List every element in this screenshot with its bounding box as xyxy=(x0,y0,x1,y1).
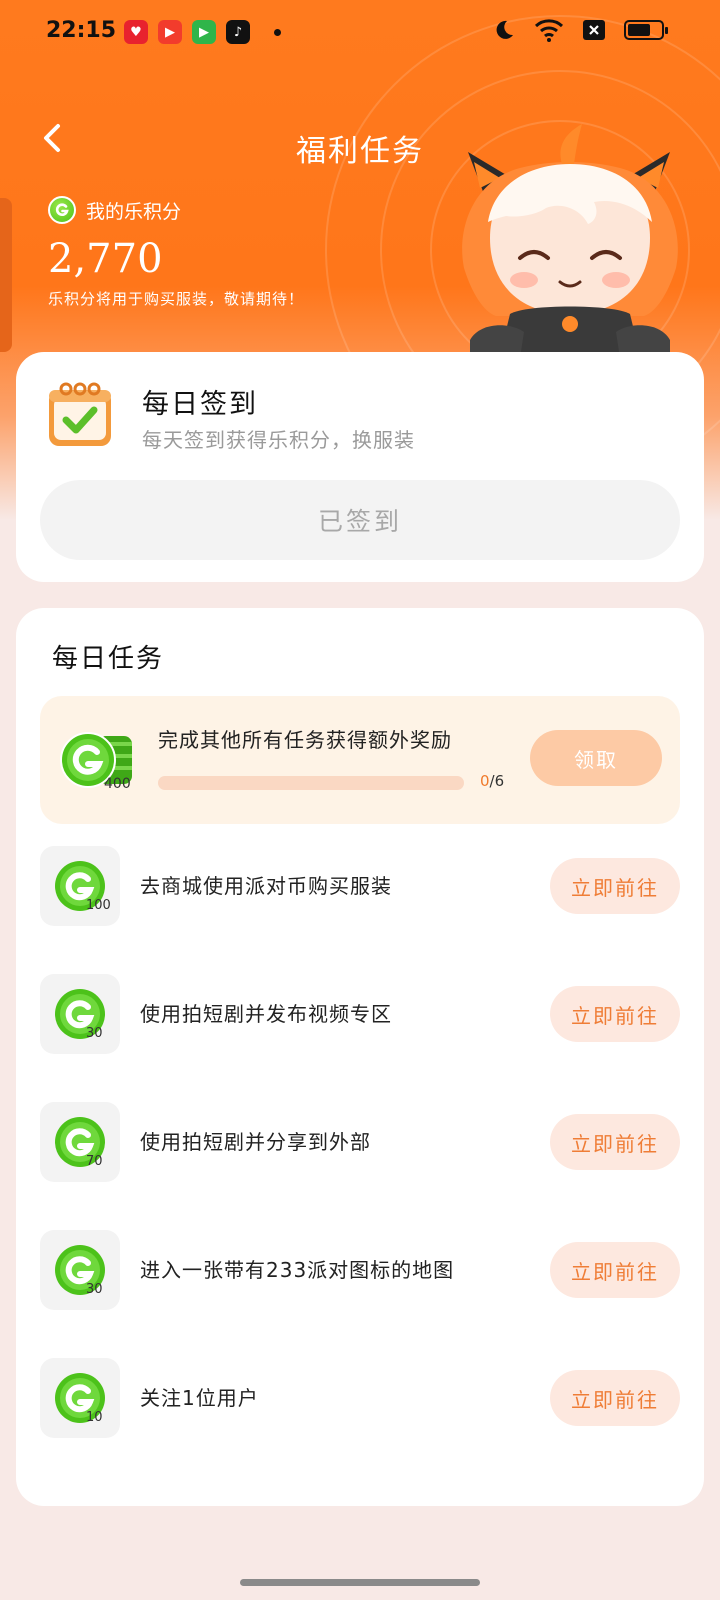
task-reward-icon: 30 xyxy=(40,1230,120,1310)
bonus-progress-count: 0/6 xyxy=(480,772,504,790)
task-row: 30 使用拍短剧并发布视频专区 立即前往 xyxy=(40,974,680,1054)
progress-done: 0 xyxy=(480,772,490,790)
task-text: 关注1位用户 xyxy=(140,1386,259,1410)
task-reward-icon: 10 xyxy=(40,1358,120,1438)
task-row: 100 去商城使用派对币购买服装 立即前往 xyxy=(40,846,680,926)
go-now-button[interactable]: 立即前往 xyxy=(550,986,680,1042)
heart-app-icon: ♥ xyxy=(124,20,148,44)
daily-tasks-card: 每日任务 400 完成其他所有任务获得额外奖励 0/6 领取 100 去商城使用… xyxy=(16,608,704,1506)
claim-button[interactable]: 领取 xyxy=(530,730,662,786)
task-reward-icon: 70 xyxy=(40,1102,120,1182)
party-coin-icon xyxy=(48,196,76,224)
side-drawer-handle[interactable] xyxy=(0,198,12,352)
moon-icon xyxy=(496,20,513,39)
task-reward-amount: 10 xyxy=(86,1410,103,1425)
task-row: 10 关注1位用户 立即前往 xyxy=(40,1358,680,1438)
task-reward-amount: 30 xyxy=(86,1026,103,1041)
checkin-title: 每日签到 xyxy=(142,389,258,420)
task-text: 去商城使用派对币购买服装 xyxy=(140,874,392,898)
points-value: 2,770 xyxy=(48,236,163,282)
system-icons xyxy=(492,18,668,42)
checkin-card: 每日签到 每天签到获得乐积分，换服装 已签到 xyxy=(16,352,704,582)
battery-icon xyxy=(624,20,668,40)
go-now-button[interactable]: 立即前往 xyxy=(550,1370,680,1426)
status-time: 22:15 xyxy=(46,18,117,43)
points-label-row: 我的乐积分 xyxy=(48,196,181,224)
go-now-button[interactable]: 立即前往 xyxy=(550,1242,680,1298)
signed-in-button[interactable]: 已签到 xyxy=(40,480,680,560)
task-reward-amount: 30 xyxy=(86,1282,103,1297)
wifi-icon xyxy=(534,19,564,42)
task-reward-amount: 100 xyxy=(86,898,111,913)
progress-total: /6 xyxy=(489,772,505,790)
task-reward-icon: 30 xyxy=(40,974,120,1054)
status-bar: 22:15 ♥ ▶ ▶ ♪ xyxy=(0,0,720,66)
home-indicator[interactable] xyxy=(240,1579,480,1586)
task-text: 使用拍短剧并分享到外部 xyxy=(140,1130,371,1154)
tiktok-icon: ♪ xyxy=(226,20,250,44)
bonus-task-text: 完成其他所有任务获得额外奖励 xyxy=(158,728,452,752)
points-label: 我的乐积分 xyxy=(86,200,182,223)
game-app-icon: ▶ xyxy=(192,20,216,44)
sim-off-icon xyxy=(583,20,605,40)
calendar-check-icon xyxy=(49,382,111,446)
notification-icons: ♥ ▶ ▶ ♪ xyxy=(124,20,281,44)
bonus-reward-amount: 400 xyxy=(104,776,131,792)
bonus-progress-bar xyxy=(158,776,464,790)
task-text: 使用拍短剧并发布视频专区 xyxy=(140,1002,392,1026)
task-row: 30 进入一张带有233派对图标的地图 立即前往 xyxy=(40,1230,680,1310)
go-now-button[interactable]: 立即前往 xyxy=(550,858,680,914)
mascot-character-image xyxy=(462,124,678,380)
points-note: 乐积分将用于购买服装，敬请期待！ xyxy=(48,290,305,308)
go-now-button[interactable]: 立即前往 xyxy=(550,1114,680,1170)
checkin-subtitle: 每天签到获得乐积分，换服装 xyxy=(142,428,415,452)
daily-tasks-title: 每日任务 xyxy=(52,644,165,674)
task-reward-icon: 100 xyxy=(40,846,120,926)
task-row: 70 使用拍短剧并分享到外部 立即前往 xyxy=(40,1102,680,1182)
bonus-task: 400 完成其他所有任务获得额外奖励 0/6 领取 xyxy=(40,696,680,824)
video-app-icon: ▶ xyxy=(158,20,182,44)
task-reward-amount: 70 xyxy=(86,1154,103,1169)
task-text: 进入一张带有233派对图标的地图 xyxy=(140,1258,455,1282)
more-notifications-dot xyxy=(274,28,281,36)
